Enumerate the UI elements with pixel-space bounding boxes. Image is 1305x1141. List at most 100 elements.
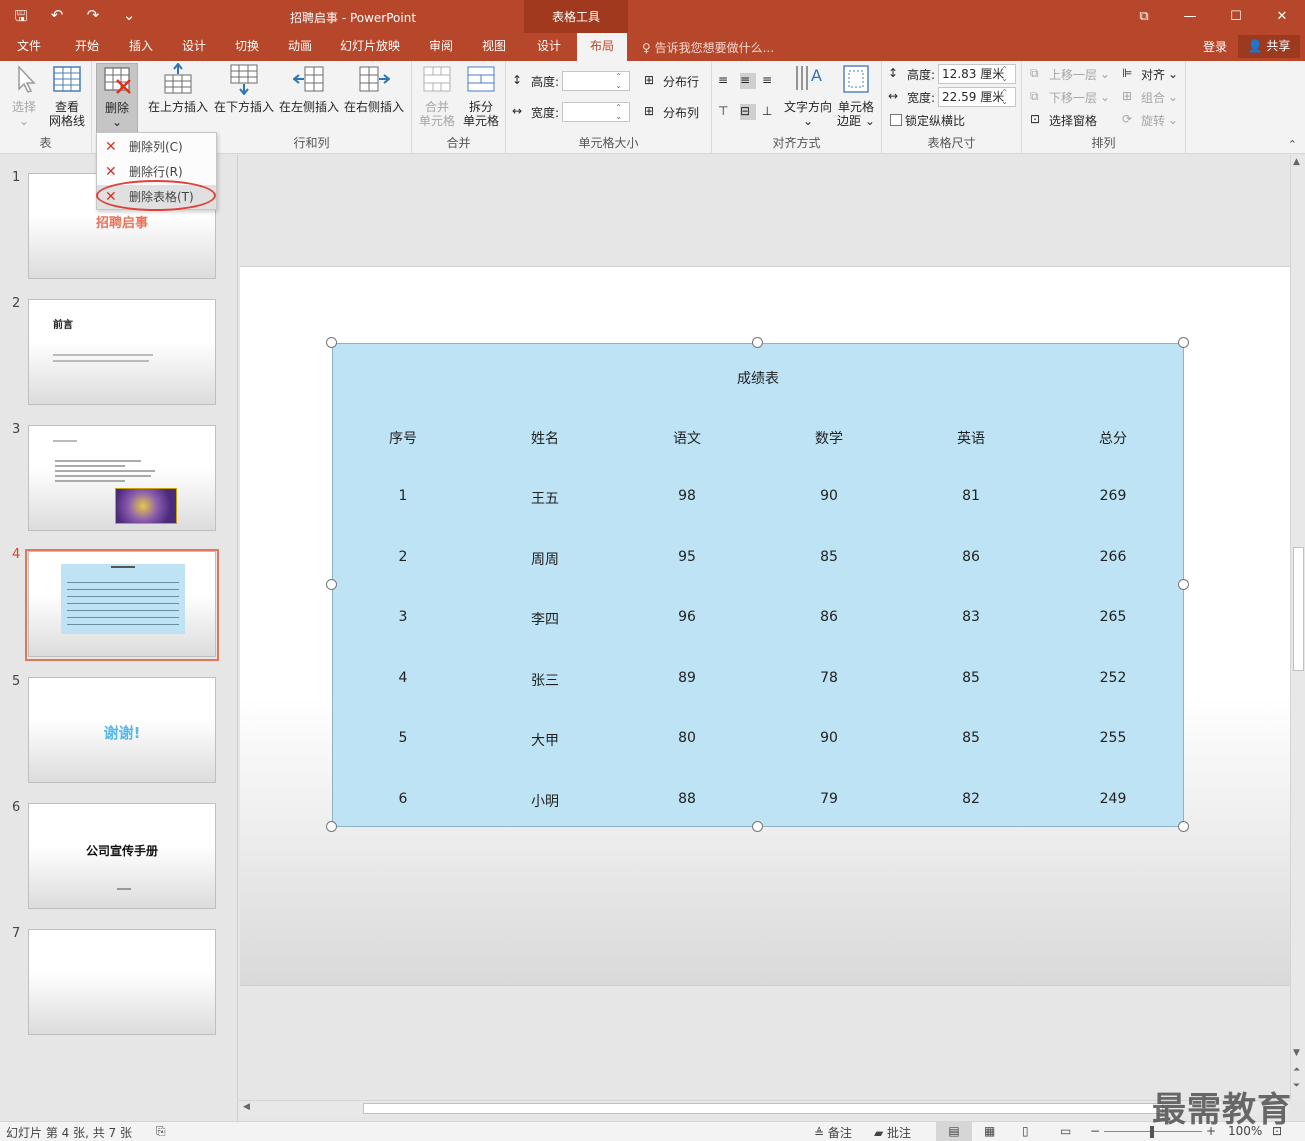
table-cell[interactable]: 88 xyxy=(616,791,758,807)
table-cell[interactable]: 90 xyxy=(758,730,900,746)
tab-table-layout[interactable]: 布局 xyxy=(577,33,627,61)
slide-thumbnail-6[interactable]: 公司宣传手册 xyxy=(28,803,216,909)
slide-thumbnail-7[interactable] xyxy=(28,929,216,1035)
table-cell[interactable]: 张三 xyxy=(474,670,616,690)
spell-check-icon[interactable]: ⎘ xyxy=(156,1124,166,1139)
group-button[interactable]: ⊞ 组合 ⌄ xyxy=(1122,87,1178,107)
resize-handle[interactable] xyxy=(326,337,337,348)
menu-item-delete-columns[interactable]: ✕ 删除列(C) xyxy=(97,135,216,159)
undo-icon[interactable]: ↶ xyxy=(46,6,68,31)
table-height-input[interactable]: 12.83 厘米 xyxy=(938,64,1017,84)
insert-right-button[interactable]: 在右侧插入 xyxy=(342,63,406,114)
table-cell[interactable]: 86 xyxy=(900,549,1042,565)
redo-icon[interactable]: ↷ xyxy=(82,6,104,31)
table-cell[interactable]: 4 xyxy=(332,670,474,686)
resize-handle[interactable] xyxy=(1178,579,1189,590)
table-cell[interactable]: 85 xyxy=(758,549,900,565)
tab-table-design[interactable]: 设计 xyxy=(531,33,567,61)
resize-handle[interactable] xyxy=(1178,821,1189,832)
lock-aspect-ratio-checkbox[interactable] xyxy=(890,114,902,126)
align-right-icon[interactable]: ≡ xyxy=(762,73,778,89)
table-cell[interactable]: 98 xyxy=(616,488,758,504)
cell-height-input[interactable] xyxy=(562,71,631,91)
notes-button[interactable]: ≜ 备注 xyxy=(814,1124,852,1141)
distribute-cols-button[interactable]: ⊞ 分布列 xyxy=(644,102,699,122)
table-header-cell[interactable]: 英语 xyxy=(900,428,1042,448)
next-slide-icon[interactable]: ⏷ xyxy=(1293,1081,1300,1091)
table-cell[interactable]: 96 xyxy=(616,609,758,625)
scroll-down-icon[interactable]: ▼ xyxy=(1293,1048,1300,1058)
minimize-button[interactable]: — xyxy=(1167,0,1213,33)
table-cell[interactable]: 255 xyxy=(1042,730,1184,746)
align-middle-icon[interactable]: ⊟ xyxy=(740,104,756,120)
table-header-cell[interactable]: 语文 xyxy=(616,428,758,448)
align-left-icon[interactable]: ≡ xyxy=(718,73,734,89)
selection-pane-button[interactable]: ⊡ 选择窗格 xyxy=(1030,110,1097,130)
table-header-cell[interactable]: 姓名 xyxy=(474,428,616,448)
align-center-icon[interactable]: ≡ xyxy=(740,73,756,89)
table-cell[interactable]: 2 xyxy=(332,549,474,565)
table-cell[interactable]: 1 xyxy=(332,488,474,504)
slide-thumbnail-5[interactable]: 谢谢! xyxy=(28,677,216,783)
resize-handle[interactable] xyxy=(326,821,337,832)
table-cell[interactable]: 79 xyxy=(758,791,900,807)
split-cells-button[interactable]: 拆分 单元格 xyxy=(460,63,502,128)
vertical-scrollbar[interactable]: ▲ ▼ ⏶ ⏷ xyxy=(1290,155,1305,1100)
scroll-left-icon[interactable]: ◀ xyxy=(243,1102,250,1112)
table-cell[interactable]: 85 xyxy=(900,670,1042,686)
insert-below-button[interactable]: 在下方插入 xyxy=(212,63,276,114)
customize-qat-icon[interactable]: ⌄ xyxy=(118,6,140,31)
cell-width-input[interactable] xyxy=(562,102,631,122)
normal-view-icon[interactable]: ▤ xyxy=(936,1122,972,1141)
slide-thumbnail-3[interactable] xyxy=(28,425,216,531)
vertical-scroll-thumb[interactable] xyxy=(1293,547,1304,671)
previous-slide-icon[interactable]: ⏶ xyxy=(1293,1065,1300,1075)
table-header-cell[interactable]: 总分 xyxy=(1042,428,1184,448)
tab-design[interactable]: 设计 xyxy=(177,33,211,61)
reading-view-icon[interactable]: ▯ xyxy=(1022,1124,1029,1138)
send-backward-button[interactable]: ⧉ 下移一层 ⌄ xyxy=(1030,87,1110,107)
table-cell[interactable]: 269 xyxy=(1042,488,1184,504)
table-cell[interactable]: 3 xyxy=(332,609,474,625)
delete-button[interactable]: 删除 ⌄ xyxy=(96,63,138,133)
tab-review[interactable]: 审阅 xyxy=(424,33,458,61)
tab-view[interactable]: 视图 xyxy=(477,33,511,61)
table-cell[interactable]: 小明 xyxy=(474,791,616,811)
tab-file[interactable]: 文件 xyxy=(14,33,44,61)
distribute-rows-button[interactable]: ⊞ 分布行 xyxy=(644,71,699,91)
scroll-up-icon[interactable]: ▲ xyxy=(1293,157,1300,167)
align-button[interactable]: ⊫ 对齐 ⌄ xyxy=(1122,64,1178,84)
text-direction-button[interactable]: A 文字方向 ⌄ xyxy=(782,63,834,128)
comments-button[interactable]: ▰ 批注 xyxy=(874,1124,911,1141)
maximize-button[interactable]: ☐ xyxy=(1213,0,1259,33)
select-button[interactable]: 选择 ⌄ xyxy=(6,63,42,128)
table-cell[interactable]: 王五 xyxy=(474,488,616,508)
save-icon[interactable]: 🖫 xyxy=(10,6,32,31)
resize-handle[interactable] xyxy=(752,337,763,348)
table-cell[interactable]: 265 xyxy=(1042,609,1184,625)
table-cell[interactable]: 86 xyxy=(758,609,900,625)
table-cell[interactable]: 78 xyxy=(758,670,900,686)
collapse-ribbon-icon[interactable]: ⌃ xyxy=(1288,138,1297,151)
table-cell[interactable]: 大甲 xyxy=(474,730,616,750)
table-header-cell[interactable]: 序号 xyxy=(332,428,474,448)
share-button[interactable]: 👤 共享 xyxy=(1238,35,1300,58)
align-top-icon[interactable]: ⊤ xyxy=(718,104,734,120)
resize-handle[interactable] xyxy=(326,579,337,590)
horizontal-scrollbar[interactable]: ◀ xyxy=(239,1100,1290,1116)
slideshow-view-icon[interactable]: ▭ xyxy=(1060,1124,1071,1138)
table-cell[interactable]: 81 xyxy=(900,488,1042,504)
table-cell[interactable]: 89 xyxy=(616,670,758,686)
table-cell[interactable]: 90 xyxy=(758,488,900,504)
table-cell[interactable]: 6 xyxy=(332,791,474,807)
tab-animations[interactable]: 动画 xyxy=(283,33,317,61)
horizontal-scroll-thumb[interactable] xyxy=(363,1103,1163,1114)
insert-above-button[interactable]: 在上方插入 xyxy=(146,62,210,114)
cell-margins-button[interactable]: 单元格 边距 ⌄ xyxy=(834,63,878,128)
tell-me-search[interactable]: ♀ 告诉我您想要做什么... xyxy=(642,39,774,56)
close-button[interactable]: ✕ xyxy=(1259,0,1305,33)
tab-home[interactable]: 开始 xyxy=(70,33,104,61)
table-cell[interactable]: 李四 xyxy=(474,609,616,629)
table-cell[interactable]: 252 xyxy=(1042,670,1184,686)
rotate-button[interactable]: ⟳ 旋转 ⌄ xyxy=(1122,110,1178,130)
